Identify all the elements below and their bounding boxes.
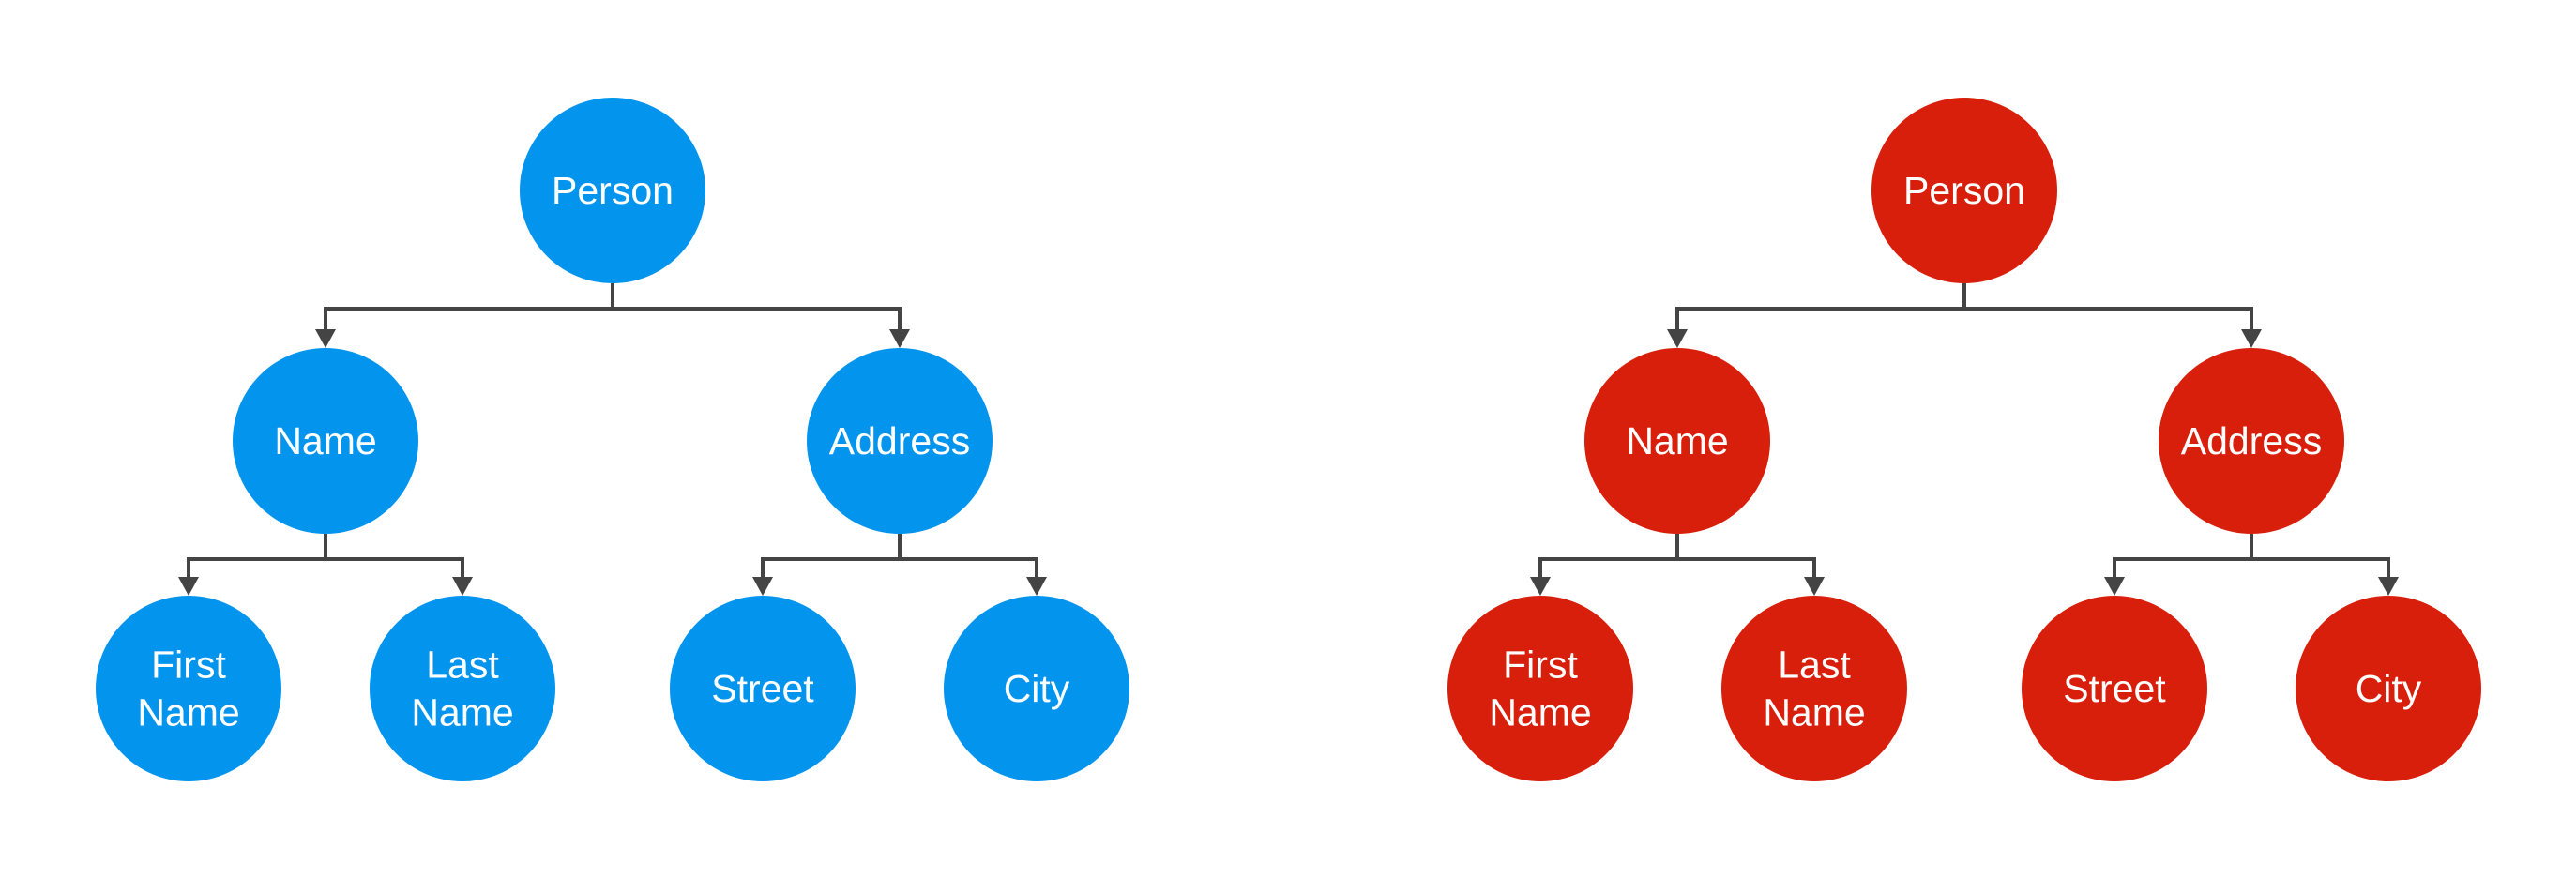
node-label: Person: [552, 169, 674, 212]
node-label: First: [1503, 644, 1578, 687]
node-label: Address: [2181, 419, 2322, 462]
connector: [2104, 534, 2399, 596]
arrowhead-icon: [752, 577, 773, 596]
node-first-name: FirstName: [96, 596, 281, 781]
node-person: Person: [520, 98, 705, 283]
arrowhead-icon: [315, 329, 336, 348]
arrowhead-icon: [889, 329, 910, 348]
arrowhead-icon: [2378, 577, 2399, 596]
connector: [1530, 534, 1825, 596]
node-street: Street: [670, 596, 856, 781]
node-label: Name: [1489, 691, 1591, 735]
arrowhead-icon: [1026, 577, 1047, 596]
arrowhead-icon: [2241, 329, 2262, 348]
node-label: Name: [1626, 419, 1728, 462]
connector: [752, 534, 1047, 596]
arrowhead-icon: [178, 577, 199, 596]
node-label: Name: [1763, 691, 1865, 735]
node-label: City: [1004, 667, 1070, 710]
node-circle: [370, 596, 555, 781]
red-tree: PersonNameFirstNameLastNameAddressStreet…: [1447, 98, 2481, 781]
node-label: Last: [1778, 644, 1851, 687]
node-city: City: [2296, 596, 2481, 781]
node-label: Street: [2063, 667, 2166, 710]
node-label: First: [151, 644, 226, 687]
blue-tree: PersonNameFirstNameLastNameAddressStreet…: [96, 98, 1129, 781]
node-name: Name: [233, 348, 418, 534]
arrowhead-icon: [1667, 329, 1688, 348]
node-last-name: LastName: [370, 596, 555, 781]
node-label: City: [2356, 667, 2422, 710]
node-city: City: [944, 596, 1129, 781]
arrowhead-icon: [1804, 577, 1825, 596]
node-circle: [1447, 596, 1633, 781]
node-circle: [1721, 596, 1907, 781]
diagram-canvas: PersonNameFirstNameLastNameAddressStreet…: [96, 98, 2481, 781]
node-last-name: LastName: [1721, 596, 1907, 781]
connector: [178, 534, 473, 596]
node-label: Last: [426, 644, 499, 687]
arrowhead-icon: [452, 577, 473, 596]
node-label: Street: [711, 667, 814, 710]
node-name: Name: [1584, 348, 1770, 534]
node-address: Address: [807, 348, 993, 534]
node-label: Name: [411, 691, 513, 735]
node-street: Street: [2022, 596, 2207, 781]
connector: [1667, 283, 2262, 348]
arrowhead-icon: [1530, 577, 1551, 596]
arrowhead-icon: [2104, 577, 2125, 596]
node-label: Person: [1903, 169, 2025, 212]
node-label: Address: [829, 419, 970, 462]
node-address: Address: [2159, 348, 2344, 534]
node-label: Name: [274, 419, 376, 462]
connector: [315, 283, 910, 348]
node-circle: [96, 596, 281, 781]
node-label: Name: [137, 691, 239, 735]
node-first-name: FirstName: [1447, 596, 1633, 781]
node-person: Person: [1871, 98, 2057, 283]
